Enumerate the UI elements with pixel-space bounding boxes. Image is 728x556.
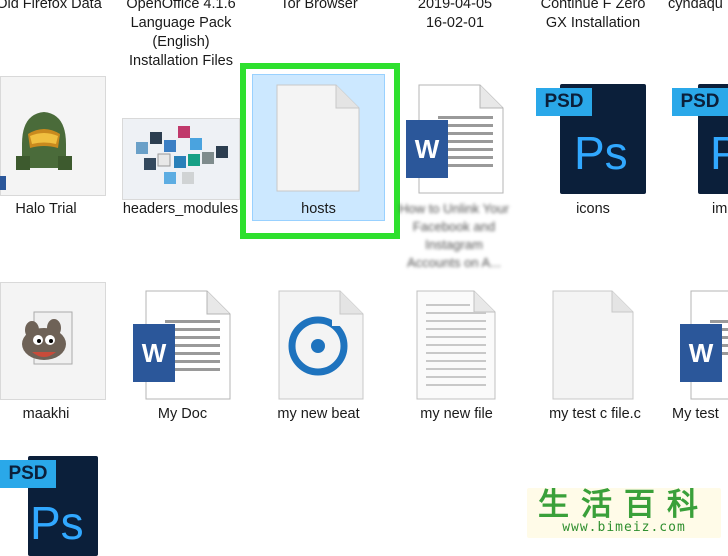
top-label-fzero[interactable]: Continue F Zero GX Installation bbox=[530, 0, 656, 33]
top-label-line: GX Installation bbox=[545, 15, 641, 31]
top-label-line: 2019-04-05 bbox=[417, 0, 493, 12]
file-label-im: im bbox=[712, 201, 728, 217]
file-icons-psd[interactable]: PSD Ps bbox=[530, 80, 656, 220]
file-im-psd[interactable]: PSD Ps bbox=[668, 80, 728, 220]
psd-ps-label: Ps bbox=[710, 127, 728, 179]
text-file-icon bbox=[416, 290, 496, 400]
psd-ps-label: Ps bbox=[30, 497, 84, 549]
file-label-icons: icons bbox=[576, 201, 610, 217]
top-label-line: Continue F Zero bbox=[540, 0, 646, 12]
top-label-date[interactable]: 2019-04-05 16-02-01 bbox=[400, 0, 510, 33]
top-label-old-firefox-data[interactable]: Old Firefox Data bbox=[0, 0, 104, 14]
psd-tab: PSD bbox=[0, 460, 56, 488]
file-label-my-test: My test bbox=[672, 406, 719, 422]
file-row3-psd[interactable]: PSD Ps bbox=[0, 452, 110, 556]
word-badge: W bbox=[133, 324, 175, 382]
file-label-blurred: How to Unlink Your Facebook and Instagra… bbox=[399, 201, 509, 270]
file-label-my-doc: My Doc bbox=[157, 406, 208, 422]
file-my-test-c-file[interactable] bbox=[540, 288, 655, 418]
top-label-openoffice[interactable]: OpenOffice 4.1.6 Language Pack (English)… bbox=[118, 0, 244, 71]
psd-tab: PSD bbox=[536, 88, 592, 116]
top-label-text: Tor Browser bbox=[280, 0, 358, 12]
blank-file-icon bbox=[552, 290, 634, 400]
watermark: 生活百科 www.bimeiz.com bbox=[527, 488, 721, 538]
word-badge: W bbox=[680, 324, 722, 382]
top-label-line: OpenOffice 4.1.6 bbox=[126, 0, 236, 12]
word-badge: W bbox=[406, 120, 448, 178]
psd-ps-label: Ps bbox=[574, 127, 628, 179]
top-label-text: Old Firefox Data bbox=[0, 0, 102, 12]
file-label-my-new-beat: my new beat bbox=[277, 406, 360, 422]
file-maakhi[interactable] bbox=[0, 282, 110, 422]
file-my-new-beat[interactable] bbox=[262, 288, 377, 418]
file-label-hosts: hosts bbox=[301, 201, 336, 217]
top-label-tor-browser[interactable]: Tor Browser bbox=[264, 0, 374, 14]
psd-tab: PSD bbox=[672, 88, 728, 116]
file-label-halo-trial: Halo Trial bbox=[15, 201, 77, 217]
file-label-my-test-c-file: my test c file.c bbox=[549, 406, 641, 422]
file-my-doc[interactable]: W bbox=[125, 288, 240, 418]
shortcut-marker bbox=[0, 176, 6, 190]
top-label-line: Installation Files bbox=[129, 53, 233, 69]
file-my-new-file[interactable] bbox=[400, 288, 515, 418]
halo-icon bbox=[16, 112, 72, 170]
modules-icon bbox=[136, 126, 228, 184]
groove-icon bbox=[278, 290, 364, 400]
file-label-my-new-file: my new file bbox=[420, 406, 493, 422]
top-label-text: cyndaqu bbox=[668, 0, 723, 12]
blank-file-icon bbox=[276, 84, 360, 192]
top-label-cyndaqu[interactable]: cyndaqu bbox=[668, 0, 728, 14]
watermark-url: www.bimeiz.com bbox=[562, 520, 686, 535]
top-label-line: 16-02-01 bbox=[425, 15, 485, 31]
watermark-chars: 生活百科 bbox=[538, 487, 710, 522]
file-label-maakhi: maakhi bbox=[22, 406, 70, 422]
file-label-headers-modules: headers_modules bbox=[122, 201, 239, 217]
top-label-line: (English) bbox=[152, 34, 210, 50]
top-label-line: Language Pack bbox=[130, 15, 232, 31]
gimp-icon bbox=[22, 311, 73, 365]
file-my-test[interactable]: W bbox=[672, 288, 728, 418]
